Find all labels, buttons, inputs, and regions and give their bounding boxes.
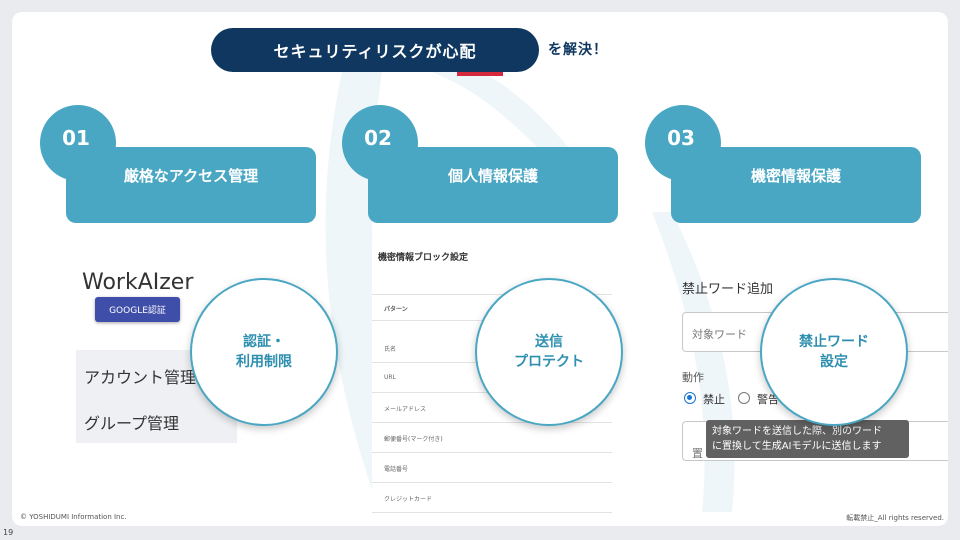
table-row: 氏名 xyxy=(384,346,397,353)
bubble-text: 認証・ xyxy=(243,334,285,350)
feature-bubble-banned-word: 禁止ワード 設定 xyxy=(760,278,908,426)
page-number: 19 xyxy=(3,528,14,537)
radio-ban-label: 禁止 xyxy=(703,393,725,406)
workaizer-logo: WorkAIzer xyxy=(82,270,194,295)
table-row: メールアドレス xyxy=(384,406,427,413)
action-label: 動作 xyxy=(682,371,704,384)
target-word-placeholder: 対象ワード xyxy=(692,328,747,341)
copyright-text: © YOSHIDUMI Information Inc. xyxy=(20,513,127,521)
bubble-text: 禁止ワード xyxy=(799,334,869,350)
page-title: セキュリティリスクが心配 xyxy=(211,28,539,72)
divider xyxy=(372,452,612,453)
divider xyxy=(372,482,612,483)
menu-item-group[interactable]: グループ管理 xyxy=(84,410,179,434)
divider xyxy=(372,422,612,423)
feature-card-01: 01 厳格なアクセス管理 xyxy=(40,105,316,223)
panel-title: 機密情報ブロック設定 xyxy=(378,253,469,263)
bubble-text: プロテクト xyxy=(514,354,584,370)
tooltip-line: 対象ワードを送信した際、別のワード xyxy=(712,426,882,437)
tooltip-line: に置換して生成AIモデルに送信します xyxy=(712,441,882,452)
bubble-text: 利用制限 xyxy=(236,354,292,370)
replacement-placeholder: 置 xyxy=(692,447,703,460)
feature-title: 厳格なアクセス管理 xyxy=(123,167,259,185)
title-accent-bar xyxy=(457,72,503,76)
panel-title: 禁止ワード追加 xyxy=(682,282,774,297)
radio-warn[interactable] xyxy=(738,392,750,404)
bubble-text: 送信 xyxy=(535,334,563,350)
feature-bubble-auth: 認証・ 利用制限 xyxy=(190,278,338,426)
feature-bubble-send-protect: 送信 プロテクト xyxy=(475,278,623,426)
column-header: パターン xyxy=(384,306,408,313)
page-title-suffix: を解決！ xyxy=(548,42,608,58)
feature-card-02: 02 個人情報保護 xyxy=(342,105,618,223)
table-row: クレジットカード xyxy=(384,496,433,503)
google-auth-button[interactable]: GOOGLE認証 xyxy=(95,297,180,322)
replace-tooltip: 対象ワードを送信した際、別のワード に置換して生成AIモデルに送信します xyxy=(706,420,909,458)
menu-item-account[interactable]: アカウント管理 xyxy=(84,364,196,388)
divider xyxy=(372,512,612,513)
feature-title: 機密情報保護 xyxy=(750,167,841,185)
table-row: URL xyxy=(384,374,396,381)
table-row: 郵便番号(マーク付き) xyxy=(384,436,443,443)
table-row: 電話番号 xyxy=(384,466,409,473)
feature-title: 個人情報保護 xyxy=(447,167,538,185)
radio-ban[interactable] xyxy=(684,392,696,404)
slide: セキュリティリスクが心配 を解決！ 01 厳格なアクセス管理 02 個人情報保護… xyxy=(12,12,948,526)
feature-card-03: 03 機密情報保護 xyxy=(645,105,921,223)
rights-text: 転載禁止_All rights reserved. xyxy=(846,514,944,522)
bubble-text: 設定 xyxy=(820,354,848,370)
